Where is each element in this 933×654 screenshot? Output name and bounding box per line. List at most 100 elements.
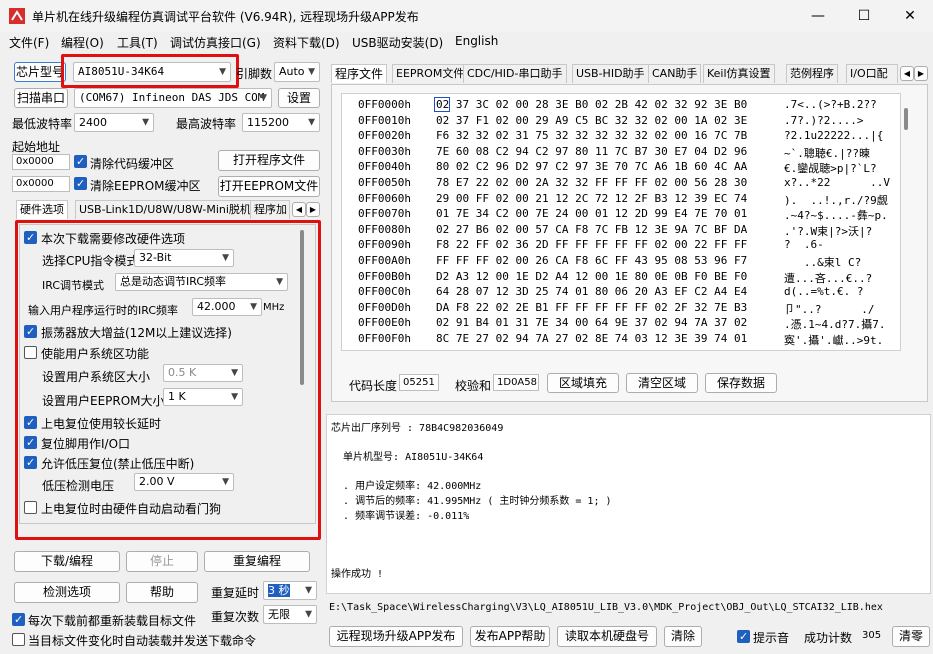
tab-examples[interactable]: 范例程序 xyxy=(786,64,838,83)
right-tab-scroll-right-button[interactable]: ▶ xyxy=(914,66,928,81)
tab-usb-link[interactable]: USB-Link1D/U8W/U8W-Mini脱机 xyxy=(75,200,255,219)
hex-bytes: D2 A3 12 00 1E D2 A4 12 00 1E 80 0E 0B F… xyxy=(436,269,748,283)
min-baud-select[interactable]: 2400 ▼ xyxy=(74,113,154,132)
cpu-mode-select[interactable]: 32-Bit ▼ xyxy=(134,249,234,267)
max-baud-select[interactable]: 115200 ▼ xyxy=(242,113,320,132)
log-line: 操作成功 ! xyxy=(331,569,384,580)
repeat-delay-select[interactable]: 3 秒 ▼ xyxy=(263,581,317,600)
menu-downloads[interactable]: 资料下载(D) xyxy=(273,34,340,51)
hex-bytes: 02 37 3C 02 00 28 3E B0 02 2B 42 02 32 9… xyxy=(436,98,748,111)
save-data-button[interactable]: 保存数据 xyxy=(705,373,777,393)
hex-ascii: 遭...吝...€..? xyxy=(784,271,873,285)
clear-code-checkbox[interactable] xyxy=(74,155,87,168)
checksum-value: 1D0A58 xyxy=(493,374,539,391)
read-disk-button[interactable]: 读取本机硬盘号 xyxy=(557,626,657,647)
pin-count-label: 引脚数 xyxy=(236,67,273,81)
hex-row: 0FF0090h F8 22 FF 02 36 2D FF FF FF FF FF… xyxy=(350,238,890,253)
hex-address: 0FF0000h xyxy=(358,98,411,111)
hex-row: 0FF00C0h 64 28 07 12 3D 25 74 01 80 06 20… xyxy=(350,285,890,300)
sys-area-checkbox[interactable] xyxy=(24,346,37,359)
minimize-button[interactable]: — xyxy=(795,0,841,32)
irc-freq-select[interactable]: 42.000 ▼ xyxy=(192,298,262,316)
tab-keil-settings[interactable]: Keil仿真设置 xyxy=(703,64,775,83)
hex-bytes: 01 7E 34 C2 00 7E 24 00 01 12 2D 99 E4 7… xyxy=(436,207,748,221)
reload-checkbox[interactable] xyxy=(12,613,25,626)
cpu-mode-label: 选择CPU指令模式 xyxy=(42,254,139,268)
tab-program-file[interactable]: 程序文件 xyxy=(331,64,388,83)
wdt-checkbox[interactable] xyxy=(24,501,37,514)
hex-bytes: 02 91 B4 01 31 7E 34 00 64 9E 37 02 94 7… xyxy=(436,316,748,330)
tab-eeprom-file[interactable]: EEPROM文件 xyxy=(392,64,469,83)
menu-tools[interactable]: 工具(T) xyxy=(117,34,158,51)
hex-bytes: F8 22 FF 02 36 2D FF FF FF FF FF 02 00 2… xyxy=(436,238,748,252)
beep-checkbox[interactable] xyxy=(737,630,750,643)
repeat-count-select[interactable]: 无限 ▼ xyxy=(263,605,317,624)
menu-program[interactable]: 编程(O) xyxy=(61,34,104,51)
hex-row: 0FF0000h 02 37 3C 02 00 28 3E B0 02 2B 42… xyxy=(350,98,890,113)
sys-size-select[interactable]: 0.5 K ▼ xyxy=(163,364,243,382)
region-fill-button[interactable]: 区域填充 xyxy=(547,373,619,393)
tab-io-config[interactable]: I/O口配 xyxy=(846,64,898,83)
osc-gain-checkbox[interactable] xyxy=(24,325,37,338)
eeprom-size-select[interactable]: 1 K ▼ xyxy=(163,388,243,406)
download-button[interactable]: 下载/编程 xyxy=(14,551,120,572)
code-address-input[interactable]: 0x0000 xyxy=(12,154,70,170)
options-scrollbar[interactable] xyxy=(300,230,304,385)
pin-count-select[interactable]: Auto ▼ xyxy=(274,62,320,82)
menu-english[interactable]: English xyxy=(455,34,498,48)
tab-can[interactable]: CAN助手 xyxy=(648,64,702,83)
publish-help-button[interactable]: 发布APP帮助 xyxy=(470,626,550,647)
reprogram-button[interactable]: 重复编程 xyxy=(204,551,310,572)
hex-ascii: ?2.1u22222...|{ xyxy=(784,129,884,143)
hex-row: 0FF00B0h D2 A3 12 00 1E D2 A4 12 00 1E 80… xyxy=(350,270,890,285)
clear-log-button[interactable]: 清除 xyxy=(664,626,702,647)
stop-button[interactable]: 停止 xyxy=(126,551,198,572)
open-eeprom-button[interactable]: 打开EEPROM文件 xyxy=(218,176,320,197)
lvd-reset-checkbox[interactable] xyxy=(24,456,37,469)
close-button[interactable]: ✕ xyxy=(887,0,933,32)
reset-io-checkbox[interactable] xyxy=(24,436,37,449)
irc-mode-select[interactable]: 总是动态调节IRC频率 ▼ xyxy=(115,273,288,291)
check-options-button[interactable]: 检测选项 xyxy=(14,582,120,603)
hex-bytes: 8C 7E 27 02 94 7A 27 02 8E 74 03 12 3E 3… xyxy=(436,332,748,345)
scan-port-button[interactable]: 扫描串口 xyxy=(14,88,68,108)
eeprom-address-input[interactable]: 0x0000 xyxy=(12,176,70,192)
hex-bytes: 80 02 C2 96 D2 97 C2 97 3E 70 7C A6 1B 6… xyxy=(436,160,748,174)
publish-app-button[interactable]: 远程现场升级APP发布 xyxy=(329,626,463,647)
menu-debug-interface[interactable]: 调试仿真接口(G) xyxy=(170,34,261,51)
modify-hw-checkbox[interactable] xyxy=(24,231,37,244)
help-button[interactable]: 帮助 xyxy=(126,582,198,603)
menu-file[interactable]: 文件(F) xyxy=(9,34,49,51)
tab-program-encrypt[interactable]: 程序加 xyxy=(250,200,290,219)
hex-view[interactable]: 0FF0000h 02 37 3C 02 00 28 3E B0 02 2B 42… xyxy=(341,93,901,351)
lvd-voltage-select[interactable]: 2.00 V ▼ xyxy=(134,473,234,491)
right-tab-scroll-left-button[interactable]: ◀ xyxy=(900,66,914,81)
tab-scroll-left-button[interactable]: ◀ xyxy=(292,202,306,217)
open-program-button[interactable]: 打开程序文件 xyxy=(218,150,320,171)
eeprom-size-label: 设置用户EEPROM大小 xyxy=(42,394,165,408)
clear-eeprom-checkbox[interactable] xyxy=(74,177,87,190)
settings-button[interactable]: 设置 xyxy=(278,88,320,108)
menu-usb-driver[interactable]: USB驱动安装(D) xyxy=(352,34,443,51)
hex-bytes: F6 32 32 02 31 75 32 32 32 32 32 02 00 1… xyxy=(436,129,748,143)
log-output[interactable]: 芯片出厂序列号 : 78B4C982036049 单片机型号: AI8051U-… xyxy=(326,414,931,594)
maximize-button[interactable]: ☐ xyxy=(841,0,887,32)
auto-send-checkbox[interactable] xyxy=(12,633,25,646)
hex-scrollbar[interactable] xyxy=(904,108,908,130)
long-delay-checkbox[interactable] xyxy=(24,416,37,429)
hex-address: 0FF0070h xyxy=(358,207,411,221)
tab-hardware-options[interactable]: 硬件选项 xyxy=(16,200,68,219)
chip-type-label[interactable]: 芯片型号 xyxy=(14,62,66,82)
wdt-label: 上电复位时由硬件自动启动看门狗 xyxy=(41,502,222,516)
clear-region-button[interactable]: 清空区域 xyxy=(626,373,698,393)
app-logo-icon xyxy=(9,8,25,24)
hex-ascii: ..&束l C? xyxy=(784,256,862,269)
port-select[interactable]: (COM67) Infineon DAS JDS COM ▼ xyxy=(74,88,272,108)
file-path: E:\Task_Space\WirelessCharging\V3\LQ_AI8… xyxy=(329,602,883,613)
tab-usb-hid[interactable]: USB-HID助手 xyxy=(572,64,649,83)
clear-count-button[interactable]: 清零 xyxy=(892,626,930,647)
hex-row: 0FF0030h 7E 60 08 C2 94 C2 97 80 11 7C B7… xyxy=(350,145,890,160)
irc-mode-label: IRC调节模式 xyxy=(42,279,105,292)
tab-scroll-right-button[interactable]: ▶ xyxy=(306,202,320,217)
tab-serial-assistant[interactable]: CDC/HID-串口助手 xyxy=(463,64,567,83)
